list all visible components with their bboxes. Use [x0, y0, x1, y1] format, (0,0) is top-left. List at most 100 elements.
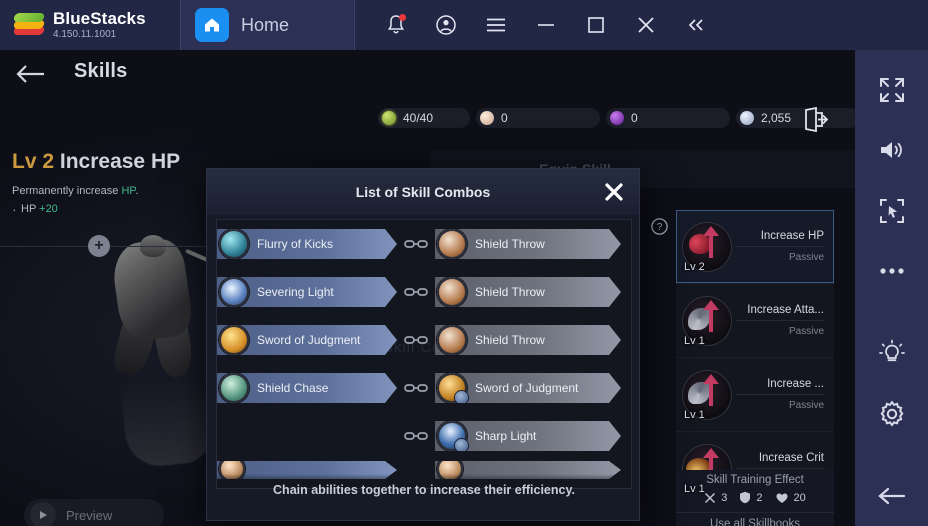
back-arrow-icon[interactable]	[16, 60, 50, 88]
close-icon[interactable]	[603, 181, 625, 203]
more-tool[interactable]	[855, 241, 928, 301]
volume-tool[interactable]	[855, 120, 928, 180]
combo-left-label: Shield Chase	[257, 381, 329, 395]
brand-name: BlueStacks	[53, 9, 146, 28]
skill-item-name: Increase Crit	[736, 452, 824, 469]
game-viewport: Skills 40/40 0 0 2,055 Lv 2 Increase HP …	[0, 50, 855, 526]
combo-list-container[interactable]: ⚲ Skill Combos Flurry of Kicks	[216, 219, 632, 489]
menu-button[interactable]	[471, 0, 521, 50]
bullet-label: HP	[21, 203, 40, 215]
skill-item-type: Passive	[788, 400, 824, 411]
skill-item-name: Increase HP	[736, 230, 824, 247]
heart-icon	[775, 493, 788, 503]
bullet-value: +20	[39, 203, 58, 215]
account-button[interactable]	[421, 0, 471, 50]
ellipsis-icon	[879, 268, 904, 274]
modal-footer-note: Chain abilities together to increase the…	[273, 483, 575, 497]
desc-suffix: .	[135, 185, 139, 197]
combo-row[interactable]: Shield Chase Sword of Judgment	[217, 364, 631, 412]
fullscreen-tool[interactable]	[855, 60, 928, 120]
skill-item-level: Lv 2	[684, 261, 705, 273]
currency-pearl: 0	[476, 108, 600, 128]
combo-left-label: Flurry of Kicks	[257, 237, 334, 251]
exit-door-icon[interactable]	[800, 104, 830, 139]
window-controls	[371, 0, 721, 50]
combo-right-skill[interactable]: Shield Throw	[435, 325, 621, 355]
skill-orb-icon	[219, 229, 249, 259]
modal-header: List of Skill Combos	[207, 169, 639, 215]
combo-left-skill[interactable]: Sword of Judgment	[217, 325, 397, 355]
combo-right-skill[interactable]: Sharp Light	[435, 421, 621, 451]
combo-row[interactable]: Sword of Judgment Shield Throw	[217, 316, 631, 364]
chain-link-icon	[397, 382, 435, 394]
combo-list: Flurry of Kicks Shield Throw Severing Li…	[217, 220, 631, 480]
skill-item-level: Lv 1	[684, 335, 705, 347]
skill-list-item[interactable]: Lv 1 Increase ... Passive	[676, 358, 834, 432]
tab-home[interactable]: Home	[180, 0, 355, 50]
notification-badge	[399, 14, 406, 21]
currency-purple: 0	[606, 108, 730, 128]
training-stat-value: 2	[756, 491, 763, 504]
skill-orb-icon	[219, 325, 249, 355]
back-tool[interactable]	[855, 466, 928, 526]
training-stat-value: 20	[793, 491, 806, 504]
settings-tool[interactable]	[855, 383, 928, 443]
preview-button[interactable]: Preview	[24, 499, 164, 526]
shield-icon	[740, 491, 751, 504]
brightness-tool[interactable]	[855, 323, 928, 383]
skill-detail-bullet: HP +20	[12, 201, 232, 217]
combo-left-skill[interactable]: Shield Chase	[217, 373, 397, 403]
silver-orb-icon	[740, 111, 754, 125]
currency-purple-value: 0	[631, 111, 638, 125]
chain-link-icon	[397, 238, 435, 250]
training-stat: 3	[704, 492, 727, 504]
combo-row[interactable]: Severing Light Shield Throw	[217, 268, 631, 316]
combo-right-skill[interactable]: Shield Throw	[435, 229, 621, 259]
brand-version: 4.150.11.1001	[53, 29, 117, 40]
currency-energy-value: 40/40	[403, 111, 434, 125]
home-icon	[195, 8, 229, 42]
purple-orb-icon	[610, 111, 624, 125]
pearl-orb-icon	[480, 111, 494, 125]
speaker-icon	[880, 142, 902, 159]
bluestacks-window: BlueStacks 4.150.11.1001 Home Black Dese…	[0, 0, 928, 526]
combo-left-label: Sword of Judgment	[257, 333, 361, 347]
close-button[interactable]	[621, 0, 671, 50]
play-icon	[30, 502, 56, 526]
skill-item-name: Increase Atta...	[736, 304, 824, 321]
screenshot-tool[interactable]	[855, 181, 928, 241]
combo-row[interactable]: Flurry of Kicks Shield Throw	[217, 220, 631, 268]
energy-orb-icon	[382, 111, 396, 125]
skill-item-type: Passive	[788, 252, 824, 263]
add-skill-button[interactable]: +	[88, 235, 110, 257]
skill-detail-name: Increase HP	[59, 150, 181, 173]
combo-left-skill[interactable]: Flurry of Kicks	[217, 229, 397, 259]
question-mark-icon[interactable]: ?	[651, 218, 668, 240]
combo-right-skill[interactable]: Sword of Judgment	[435, 373, 621, 403]
combo-row[interactable]: Sharp Light	[217, 412, 631, 460]
combo-right-label: Sword of Judgment	[475, 381, 579, 395]
minimize-button[interactable]	[521, 0, 571, 50]
maximize-button[interactable]	[571, 0, 621, 50]
training-stat: 20	[775, 492, 806, 504]
tab-home-label: Home	[241, 14, 290, 35]
notifications-button[interactable]	[371, 0, 421, 50]
skill-orb-icon	[437, 325, 467, 355]
combo-left-skill[interactable]: Severing Light	[217, 277, 397, 307]
combo-right-skill[interactable]: Shield Throw	[435, 277, 621, 307]
collapse-button[interactable]	[671, 0, 721, 50]
skill-list-item[interactable]: Lv 1 Increase Atta... Passive	[676, 284, 834, 358]
skill-combos-modal: List of Skill Combos ⚲ Skill Combos Flur…	[206, 168, 640, 521]
skill-orb-icon	[437, 373, 468, 403]
character-model	[100, 235, 225, 470]
currency-silver-value: 2,055	[761, 111, 792, 125]
currency-pearl-value: 0	[501, 111, 508, 125]
preview-button-label: Preview	[66, 507, 113, 523]
desc-prefix: Permanently increase	[12, 185, 122, 197]
combo-left-skill-empty	[217, 421, 397, 451]
gear-icon	[880, 400, 903, 427]
skill-detail-description: Permanently increase HP.	[12, 185, 232, 197]
skill-list-item[interactable]: Lv 2 Increase HP Passive	[676, 210, 834, 284]
use-all-skillbooks-button[interactable]: Use all Skillbooks	[676, 518, 834, 526]
swords-icon	[705, 492, 716, 503]
